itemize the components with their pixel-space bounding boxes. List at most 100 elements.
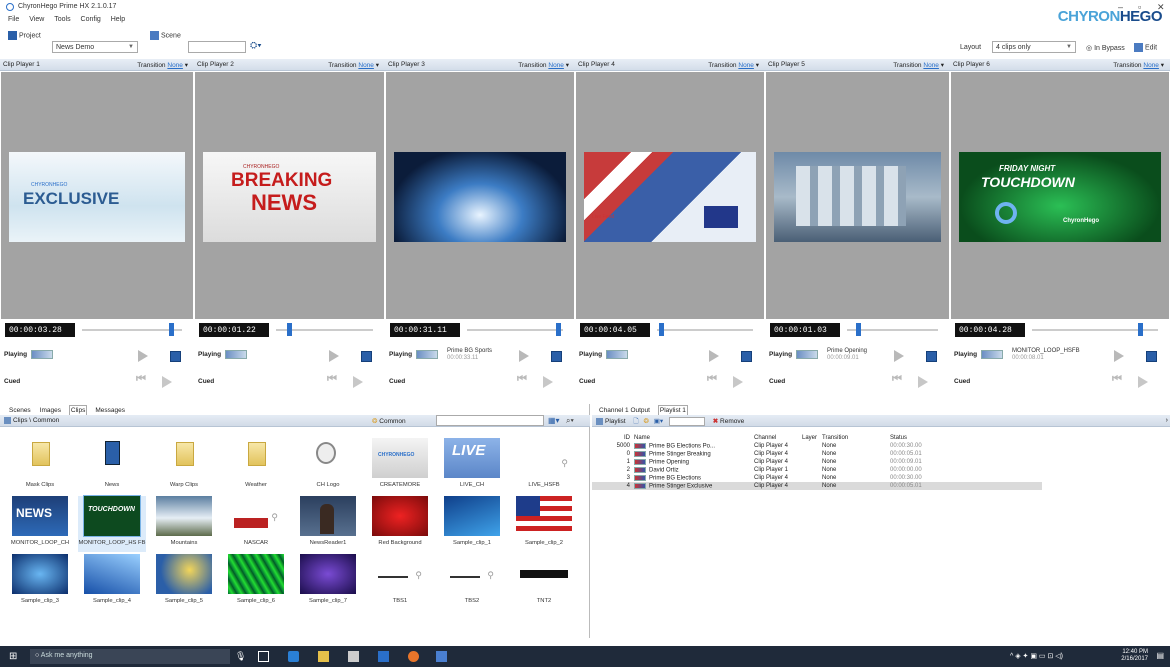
start-button[interactable]: ⊞ bbox=[9, 651, 20, 662]
position-slider[interactable] bbox=[657, 329, 753, 331]
clip-preview[interactable]: Live Feed bbox=[576, 72, 764, 319]
tab-playlist-1[interactable]: Playlist 1 bbox=[657, 405, 688, 415]
scene-load-icon[interactable]: ⛭▾ bbox=[250, 40, 262, 51]
menu-tools[interactable]: Tools bbox=[54, 16, 70, 23]
slider-knob[interactable] bbox=[1138, 323, 1144, 336]
project-button[interactable]: Project bbox=[8, 31, 41, 40]
cue-play-icon[interactable] bbox=[543, 376, 553, 388]
clip-tile[interactable]: Warp Clips bbox=[150, 438, 218, 494]
clip-tile[interactable]: NEWS MONITOR_LOOP_CH bbox=[6, 496, 74, 552]
clip-tile[interactable]: Sample_clip_3 bbox=[6, 554, 74, 610]
save-playlist-icon[interactable]: ▣▾ bbox=[654, 418, 663, 425]
prime-taskbar-icon[interactable] bbox=[436, 651, 447, 662]
transition-control[interactable]: Transition None ▾ bbox=[328, 61, 379, 69]
playlist-row[interactable]: 2 David Ortiz Clip Player 1 None 00:00:0… bbox=[592, 466, 1042, 474]
menu-file[interactable]: File bbox=[8, 16, 19, 23]
app-icon-blue[interactable] bbox=[378, 651, 389, 662]
cue-play-icon[interactable] bbox=[162, 376, 172, 388]
clip-tile[interactable]: Sample_clip_5 bbox=[150, 554, 218, 610]
col-name[interactable]: Name bbox=[632, 434, 752, 442]
slider-knob[interactable] bbox=[287, 323, 293, 336]
tab-images[interactable]: Images bbox=[39, 406, 62, 415]
skip-back-icon[interactable]: ⏮ bbox=[707, 373, 717, 386]
clip-tile[interactable]: News bbox=[78, 438, 146, 494]
transition-control[interactable]: Transition None ▾ bbox=[893, 61, 944, 69]
playlist-row[interactable]: 5000 Prime BG Elections Po... Clip Playe… bbox=[592, 442, 1042, 450]
clip-tile[interactable]: Sample_clip_7 bbox=[294, 554, 362, 610]
library-view-icon[interactable]: ▦▾ bbox=[548, 416, 560, 425]
edge-icon[interactable] bbox=[288, 651, 299, 662]
clip-tile[interactable]: CHYRONHEGO CREATEMORE bbox=[366, 438, 434, 494]
remove-button[interactable]: ✖ Remove bbox=[713, 418, 744, 425]
clip-tile[interactable]: Red Background bbox=[366, 496, 434, 552]
clip-tile[interactable]: Mountains bbox=[150, 496, 218, 552]
stop-icon[interactable] bbox=[1146, 351, 1157, 362]
editor-button[interactable]: Edit bbox=[1134, 43, 1157, 52]
cue-play-icon[interactable] bbox=[353, 376, 363, 388]
playlist-row[interactable]: 0 Prime Stinger Breaking Clip Player 4 N… bbox=[592, 450, 1042, 458]
cortana-search[interactable]: ○ Ask me anything bbox=[30, 649, 230, 664]
position-slider[interactable] bbox=[82, 329, 182, 331]
position-slider[interactable] bbox=[847, 329, 938, 331]
clip-tile[interactable]: TOUCHDOWN MONITOR_LOOP_HS FB bbox=[78, 495, 146, 552]
scene-button[interactable]: Scene bbox=[150, 31, 181, 40]
clip-tile[interactable]: ⚲ LIVE_HSFB bbox=[510, 438, 578, 494]
col-transition[interactable]: Transition bbox=[820, 434, 888, 442]
library-search-input[interactable] bbox=[436, 415, 544, 426]
transition-control[interactable]: Transition None ▾ bbox=[708, 61, 759, 69]
play-icon[interactable] bbox=[1114, 350, 1124, 362]
skip-back-icon[interactable]: ⏮ bbox=[892, 373, 902, 386]
play-icon[interactable] bbox=[709, 350, 719, 362]
clip-preview[interactable] bbox=[386, 72, 574, 319]
clip-tile[interactable]: CH Logo bbox=[294, 438, 362, 494]
tab-scenes[interactable]: Scenes bbox=[8, 406, 32, 415]
transition-control[interactable]: Transition None ▾ bbox=[518, 61, 569, 69]
clip-preview[interactable] bbox=[766, 72, 949, 319]
clip-tile[interactable]: Sample_clip_2 bbox=[510, 496, 578, 552]
col-status[interactable]: Status bbox=[888, 434, 1042, 442]
clip-tile[interactable]: ⚲ TBS1 bbox=[366, 554, 434, 610]
slider-knob[interactable] bbox=[169, 323, 175, 336]
tab-clips[interactable]: Clips bbox=[68, 405, 88, 415]
menu-config[interactable]: Config bbox=[81, 16, 101, 23]
tab-channel-output[interactable]: Channel 1 Output bbox=[598, 406, 651, 415]
project-select[interactable]: News Demo ▼ bbox=[52, 41, 138, 53]
tray-icons[interactable]: ^ ◈ ✦ ▣ ▭ ⊡ ◁) bbox=[1010, 652, 1063, 660]
clip-preview[interactable]: FRIDAY NIGHT TOUCHDOWN ChyronHego bbox=[951, 72, 1169, 319]
clip-tile[interactable]: LIVE LIVE_CH bbox=[438, 438, 506, 494]
open-playlist-icon[interactable]: ❂ bbox=[643, 418, 648, 425]
transition-control[interactable]: Transition None ▾ bbox=[137, 61, 188, 69]
clock[interactable]: 12:40 PM 2/16/2017 bbox=[1121, 649, 1148, 663]
clip-preview[interactable]: CHYRONHEGO BREAKING NEWS bbox=[195, 72, 384, 319]
slider-knob[interactable] bbox=[556, 323, 562, 336]
stop-icon[interactable] bbox=[361, 351, 372, 362]
menu-help[interactable]: Help bbox=[111, 16, 125, 23]
clip-tile[interactable]: Weather bbox=[222, 438, 290, 494]
stop-icon[interactable] bbox=[170, 351, 181, 362]
slider-knob[interactable] bbox=[855, 323, 861, 336]
scene-input[interactable] bbox=[188, 41, 246, 53]
stop-icon[interactable] bbox=[926, 351, 937, 362]
chrome-icon[interactable] bbox=[408, 651, 419, 662]
playlist-row[interactable]: 3 Prime BG Elections Clip Player 4 None … bbox=[592, 474, 1042, 482]
playlist-button[interactable]: Playlist bbox=[596, 418, 626, 425]
cue-play-icon[interactable] bbox=[918, 376, 928, 388]
stop-icon[interactable] bbox=[741, 351, 752, 362]
mic-icon[interactable]: 🎙 bbox=[235, 651, 246, 662]
slider-knob[interactable] bbox=[658, 323, 664, 336]
skip-back-icon[interactable]: ⏮ bbox=[136, 373, 146, 386]
new-playlist-icon[interactable]: 🗋 bbox=[633, 418, 638, 425]
position-slider[interactable] bbox=[467, 329, 563, 331]
notifications-icon[interactable]: ▤ bbox=[1156, 651, 1164, 660]
skip-back-icon[interactable]: ⏮ bbox=[327, 373, 337, 386]
cue-play-icon[interactable] bbox=[733, 376, 743, 388]
menu-view[interactable]: View bbox=[29, 16, 44, 23]
task-view-icon[interactable] bbox=[258, 651, 269, 662]
clip-tile[interactable]: Sample_clip_1 bbox=[438, 496, 506, 552]
clip-tile[interactable]: Mask Clips bbox=[6, 438, 74, 494]
collapse-icon[interactable]: › bbox=[1166, 417, 1168, 424]
cue-play-icon[interactable] bbox=[1138, 376, 1148, 388]
stop-icon[interactable] bbox=[551, 351, 562, 362]
common-filter[interactable]: ❂ Common bbox=[372, 417, 406, 425]
clip-tile[interactable]: NewsReader1 bbox=[294, 496, 362, 552]
